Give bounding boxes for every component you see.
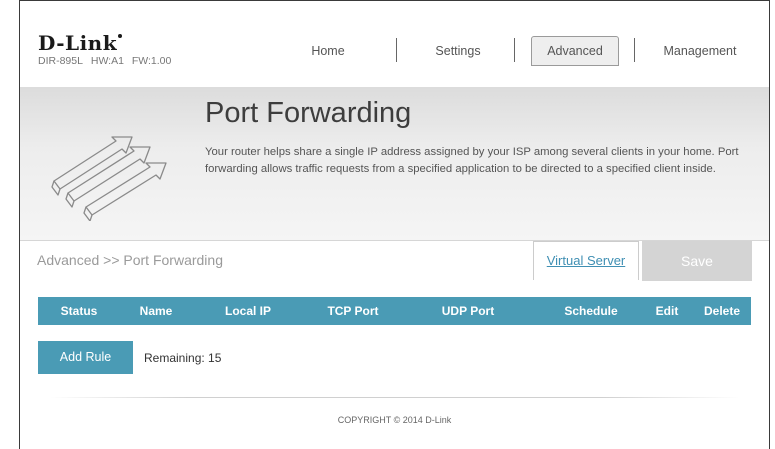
footer-divider	[50, 397, 740, 398]
nav-management[interactable]: Management	[650, 37, 750, 65]
column-status: Status	[60, 304, 98, 318]
virtual-server-link[interactable]: Virtual Server	[533, 241, 639, 280]
header: D-Link DIR-895L HW:A1 FW:1.00 Home Setti…	[20, 1, 769, 87]
rules-table-header: Status Name Local IP TCP Port UDP Port S…	[38, 297, 751, 325]
column-udp-port: UDP Port	[441, 304, 495, 318]
nav-separator	[396, 38, 397, 62]
router-admin-window: D-Link DIR-895L HW:A1 FW:1.00 Home Setti…	[19, 0, 770, 449]
column-edit: Edit	[655, 304, 679, 318]
logo-text: D-Link	[38, 31, 118, 55]
model-number: DIR-895L	[38, 55, 83, 67]
page-banner: Port Forwarding Your router helps share …	[20, 87, 769, 241]
copyright-text: COPYRIGHT © 2014 D-Link	[337, 415, 452, 425]
column-tcp-port: TCP Port	[327, 304, 379, 318]
nav-separator	[514, 38, 515, 62]
breadcrumb: Advanced >> Port Forwarding	[37, 252, 223, 268]
page-description: Your router helps share a single IP addr…	[205, 146, 739, 175]
save-button[interactable]: Save	[642, 241, 752, 281]
port-forwarding-arrows-icon	[51, 136, 167, 221]
column-delete: Delete	[703, 304, 741, 318]
add-rule-button[interactable]: Add Rule	[38, 341, 133, 374]
device-info: DIR-895L HW:A1 FW:1.00	[38, 55, 176, 67]
remaining-count: Remaining: 15	[144, 351, 222, 365]
column-schedule: Schedule	[564, 304, 618, 318]
nav-advanced[interactable]: Advanced	[531, 36, 619, 66]
nav-settings[interactable]: Settings	[423, 37, 493, 65]
dlink-logo: D-Link	[38, 31, 123, 55]
firmware-version: FW:1.00	[131, 55, 172, 67]
column-local-ip: Local IP	[224, 304, 271, 318]
logo-dot	[118, 34, 123, 38]
column-name: Name	[139, 304, 173, 318]
nav-separator	[634, 38, 635, 62]
page-title: Port Forwarding	[205, 97, 412, 129]
nav-home[interactable]: Home	[298, 37, 358, 65]
breadcrumb-bar: Advanced >> Port Forwarding Virtual Serv…	[20, 241, 769, 282]
hardware-version: HW:A1	[90, 55, 124, 67]
